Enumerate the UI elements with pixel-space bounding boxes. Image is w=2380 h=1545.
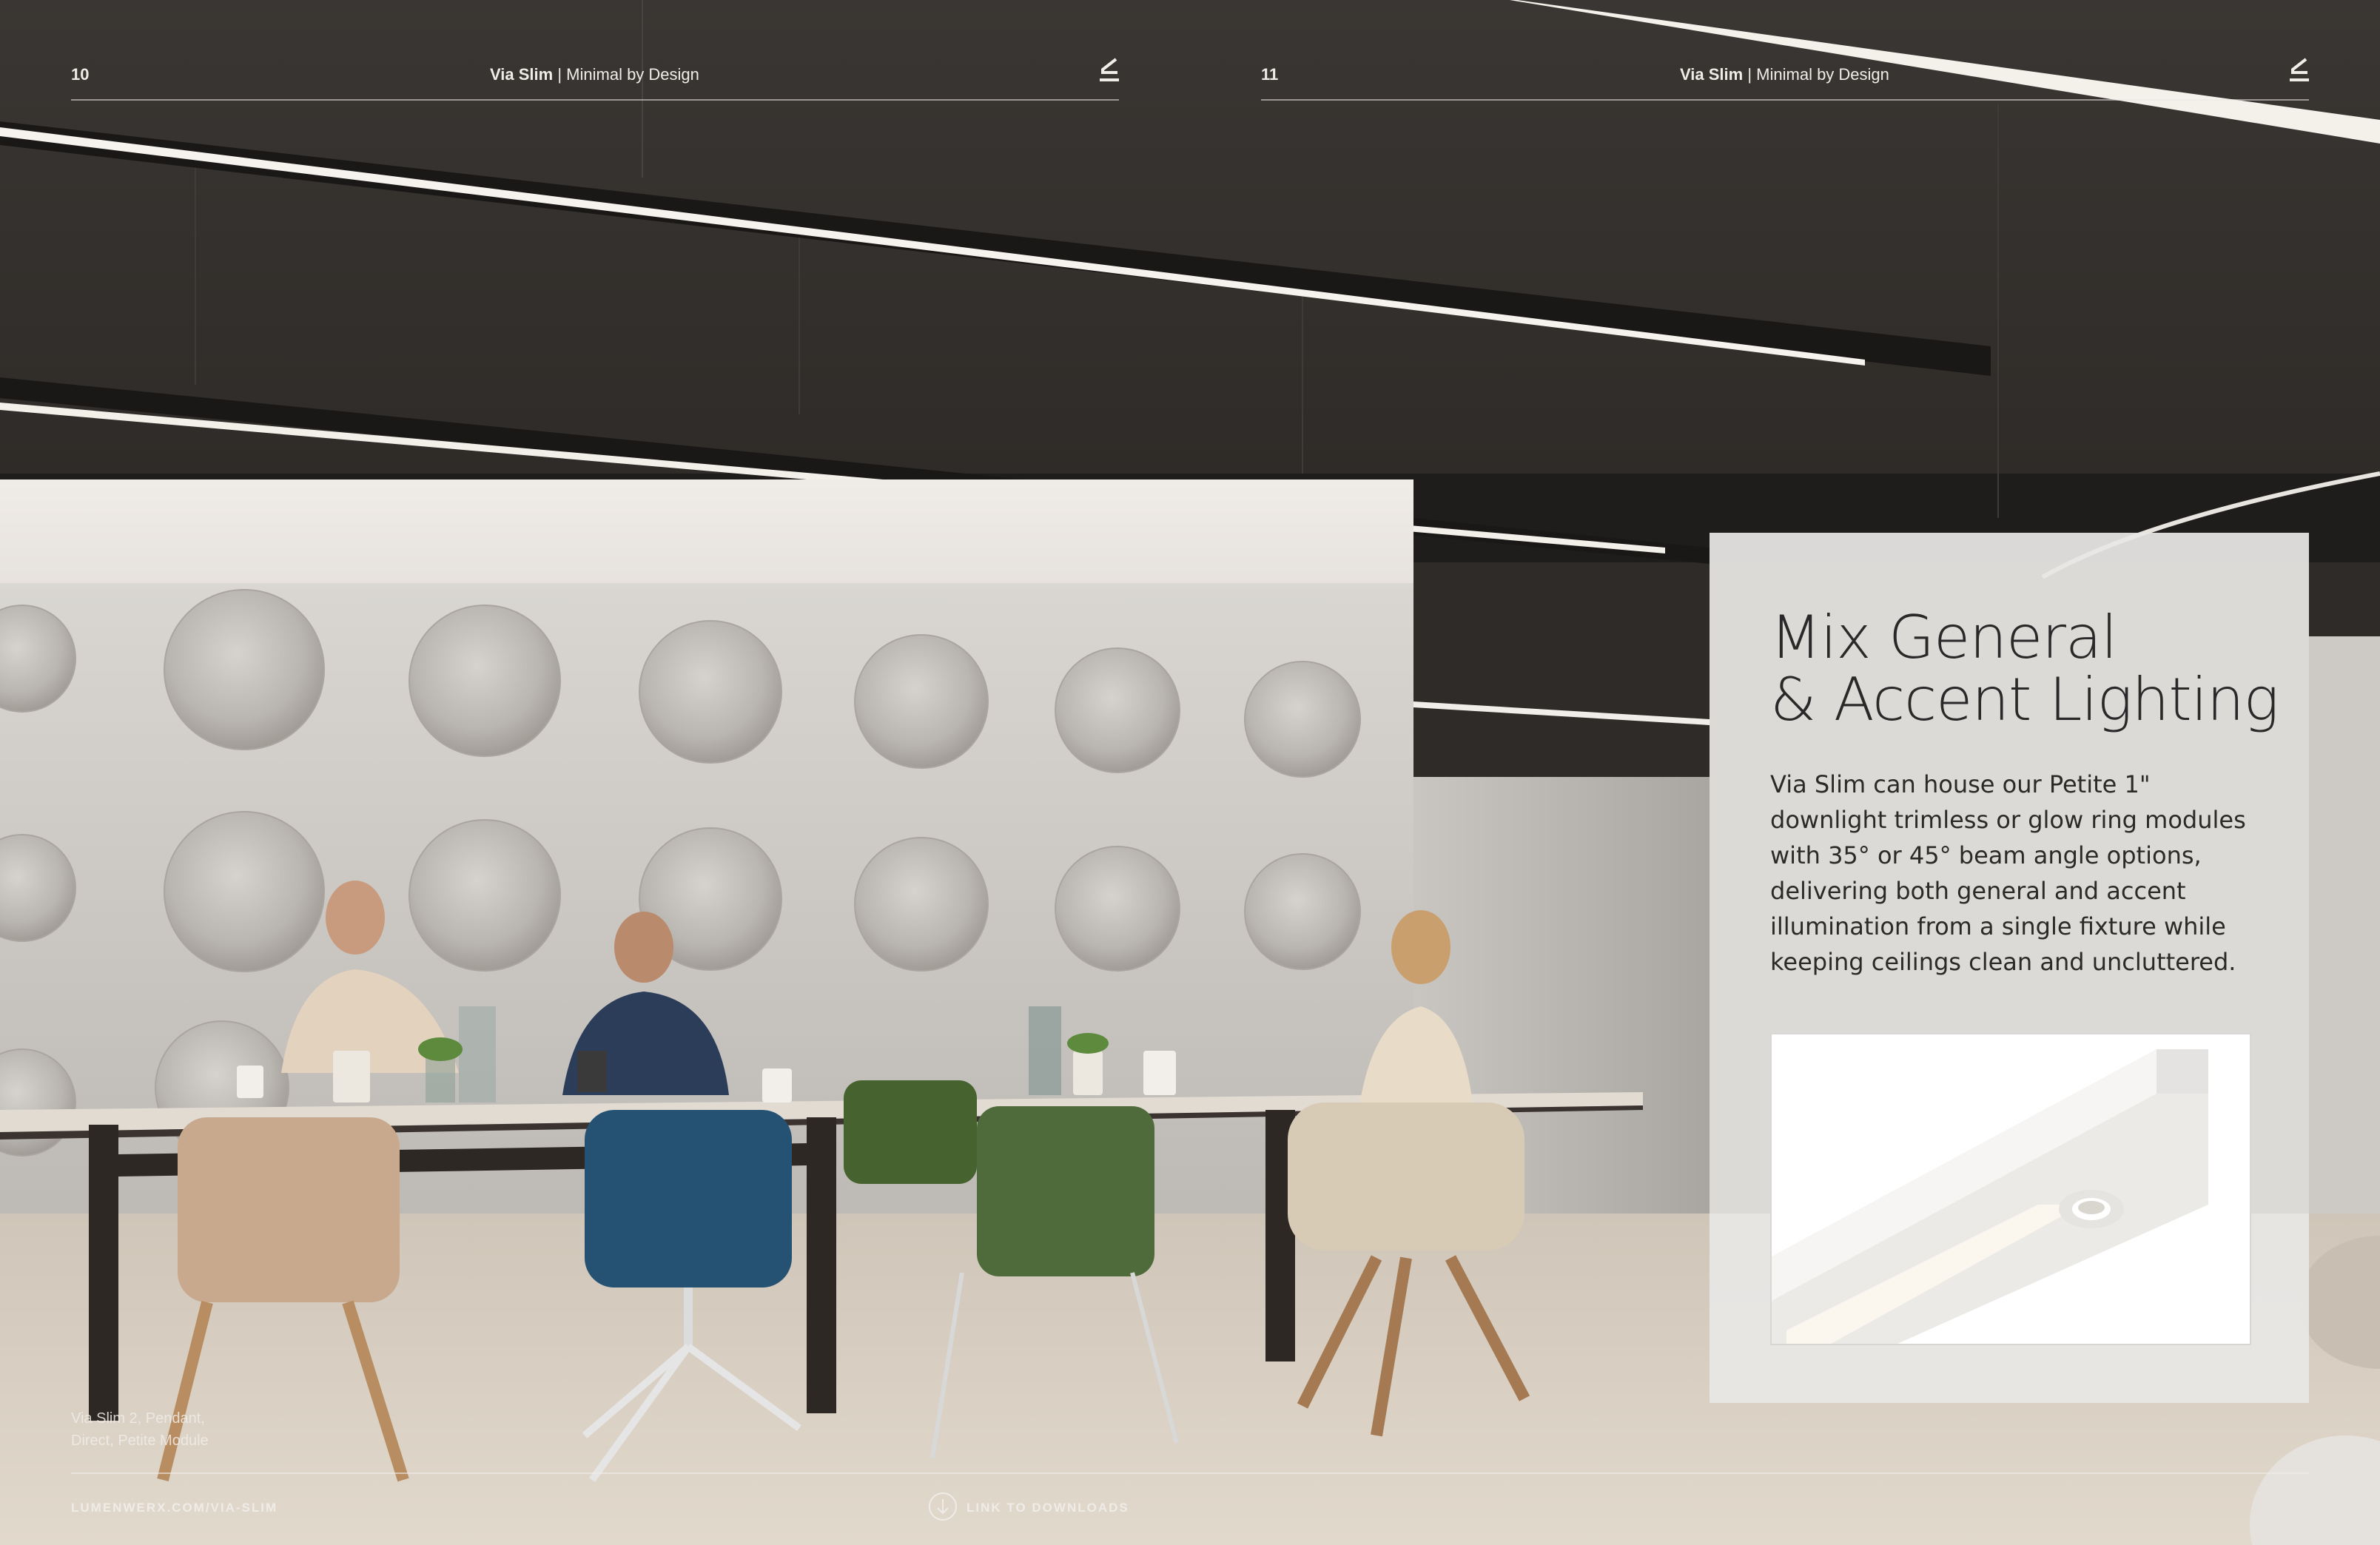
- photo-caption-line-1: Via Slim 2, Pendant,: [71, 1410, 205, 1427]
- right-page-number: 11: [1261, 65, 1279, 84]
- photo-caption-line-2: Direct, Petite Module: [71, 1433, 209, 1449]
- header-rule-right: [1261, 99, 2309, 101]
- feature-title: Mix General & Accent Lighting: [1770, 607, 2288, 731]
- running-header-separator: |: [1747, 65, 1752, 84]
- left-running-header: Via Slim | Minimal by Design: [490, 65, 699, 84]
- running-header-product: Via Slim: [490, 65, 554, 84]
- product-render-image: [1770, 1033, 2251, 1345]
- feature-title-line-1: Mix General: [1770, 603, 2117, 672]
- feature-description: Via Slim can house our Petite 1" downlig…: [1770, 770, 2246, 976]
- running-header-product: Via Slim: [1680, 65, 1744, 84]
- header-rule-left: [71, 99, 1119, 101]
- via-slim-fixture-illustration: [1772, 1034, 2250, 1344]
- running-header-separator: |: [557, 65, 562, 84]
- download-arrow-icon[interactable]: [928, 1492, 958, 1521]
- lumenwerx-logo-icon: [1100, 58, 1119, 81]
- downloads-link[interactable]: LINK TO DOWNLOADS: [967, 1501, 1129, 1515]
- feature-card: Mix General & Accent Lighting Via Slim c…: [1710, 533, 2309, 1403]
- running-header-tagline: Minimal by Design: [566, 65, 699, 84]
- website-link[interactable]: LUMENWERX.COM/VIA-SLIM: [71, 1501, 278, 1515]
- lumenwerx-logo-icon: [2290, 58, 2309, 81]
- running-header-tagline: Minimal by Design: [1756, 65, 1889, 84]
- right-running-header: Via Slim | Minimal by Design: [1680, 65, 1889, 84]
- left-page-number: 10: [71, 65, 90, 84]
- photo-caption: Via Slim 2, Pendant, Direct, Petite Modu…: [71, 1407, 308, 1452]
- footer-rule: [71, 1472, 2309, 1474]
- feature-title-line-2: & Accent Lighting: [1770, 665, 2279, 734]
